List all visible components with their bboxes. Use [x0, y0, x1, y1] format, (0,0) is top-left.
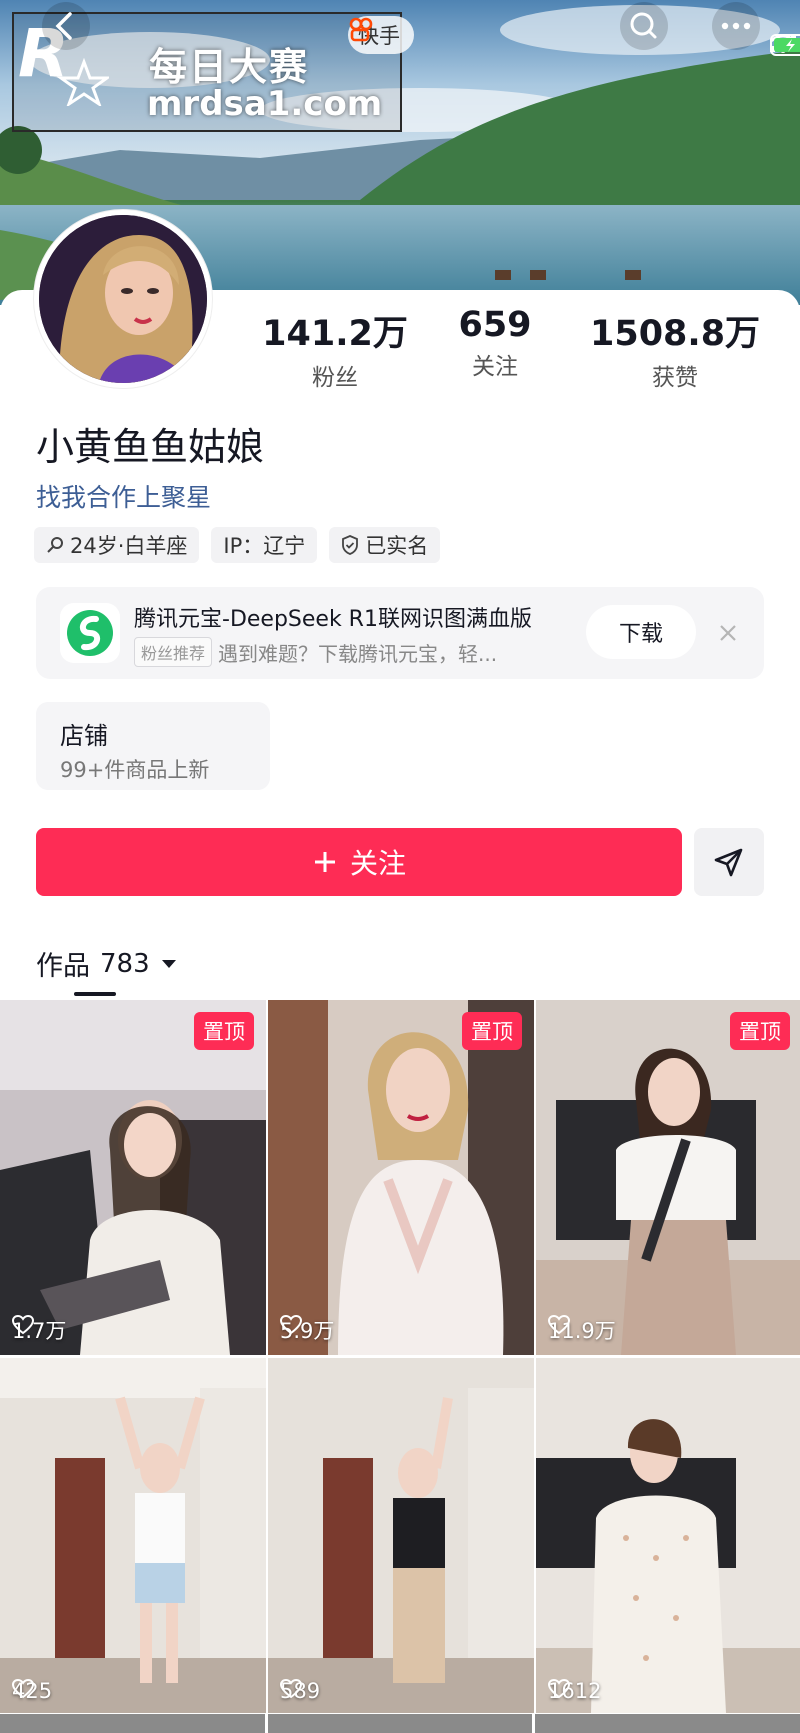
pinned-badge: 置顶 — [730, 1012, 790, 1050]
video-thumb-partial[interactable] — [535, 1714, 800, 1733]
stat-value: 1508.8万 — [590, 314, 761, 354]
shop-subtitle: 99+件商品上新 — [60, 758, 210, 782]
follow-label: 关注 — [349, 847, 406, 880]
video-thumb[interactable]: 1612 — [536, 1358, 800, 1713]
battery-icon — [770, 34, 800, 56]
shop-title: 店铺 — [60, 722, 108, 750]
video-thumb-partial[interactable] — [0, 1714, 265, 1733]
video-likes: 425 — [12, 1679, 52, 1703]
pinned-badge: 置顶 — [462, 1012, 522, 1050]
profile-bio[interactable]: 找我合作上聚星 — [36, 478, 211, 514]
tag-text: IP：辽宁 — [223, 534, 306, 558]
plus-icon — [314, 852, 335, 872]
video-likes: 11.9万 — [548, 1315, 616, 1345]
tab-underline — [74, 992, 116, 996]
heart-icon — [280, 1679, 302, 1699]
stat-label: 获赞 — [652, 365, 698, 391]
app-badge: 快手 — [348, 16, 414, 54]
heart-icon — [280, 1315, 302, 1335]
verified-shield-icon — [342, 535, 359, 555]
yuanbao-logo-icon — [60, 603, 120, 663]
heart-icon — [548, 1315, 570, 1335]
video-thumb[interactable]: 置顶 5.9万 — [268, 1000, 534, 1355]
shop-entry[interactable]: 店铺 99+件商品上新 — [36, 702, 270, 790]
promo-subtitle: 遇到难题？下载腾讯元宝，轻... — [218, 641, 498, 666]
promo-tag: 粉丝推荐 — [134, 637, 213, 667]
watermark-url: mrdsa1.com — [147, 84, 383, 124]
heart-icon — [12, 1315, 34, 1335]
send-icon — [714, 848, 743, 877]
stat-label: 关注 — [472, 354, 518, 380]
video-likes: 5.9万 — [280, 1315, 334, 1345]
stat-following[interactable]: 659 关注 — [445, 305, 545, 381]
tag-age: 24岁·白羊座 — [34, 527, 200, 563]
profile-stats: 141.2万 粉丝 659 关注 1508.8万 获赞 — [260, 305, 780, 395]
pinned-badge: 置顶 — [194, 1012, 254, 1050]
stat-value: 141.2万 — [262, 314, 408, 354]
age-icon — [47, 537, 63, 553]
more-icon[interactable] — [710, 0, 762, 52]
tab-works-label: 作品 — [36, 951, 90, 982]
promo-card[interactable]: 腾讯元宝-DeepSeek R1联网识图满血版 粉丝推荐 遇到难题？下载腾讯元宝… — [36, 587, 764, 679]
promo-download-button[interactable]: 下载 — [586, 605, 696, 659]
profile-name: 小黄鱼鱼姑娘 — [36, 425, 265, 469]
follow-button[interactable]: 关注 — [36, 828, 682, 896]
video-thumb[interactable]: 置顶 11.9万 — [536, 1000, 800, 1355]
video-likes: 1612 — [548, 1679, 601, 1703]
avatar[interactable] — [34, 210, 212, 388]
promo-title: 腾讯元宝-DeepSeek R1联网识图满血版 — [134, 607, 532, 632]
tag-text: 24岁·白羊座 — [70, 534, 188, 558]
video-thumb[interactable]: 425 — [0, 1358, 266, 1713]
promo-subtitle-row: 粉丝推荐 遇到难题？下载腾讯元宝，轻... — [134, 637, 497, 667]
back-icon[interactable] — [40, 0, 92, 52]
kuaishou-logo-icon — [349, 17, 373, 42]
video-likes: 589 — [280, 1679, 320, 1703]
stat-value: 659 — [458, 305, 532, 345]
caret-down-icon — [161, 959, 176, 968]
tab-works-count: 783 — [100, 948, 150, 979]
tag-verified: 已实名 — [329, 527, 441, 563]
tag-text: 已实名 — [365, 534, 429, 558]
tag-ip: IP：辽宁 — [211, 527, 318, 563]
profile-tags: 24岁·白羊座 IP：辽宁 已实名 — [34, 527, 441, 563]
search-icon[interactable] — [618, 0, 670, 52]
video-thumb[interactable]: 589 — [268, 1358, 534, 1713]
stat-likes[interactable]: 1508.8万 获赞 — [590, 305, 760, 392]
share-button[interactable] — [694, 828, 764, 896]
close-icon[interactable] — [712, 617, 744, 649]
video-grid-next-row — [0, 1714, 800, 1733]
video-thumb[interactable]: 置顶 1.7万 — [0, 1000, 266, 1355]
stat-label: 粉丝 — [312, 365, 358, 391]
tab-works[interactable]: 作品 783 — [36, 944, 178, 983]
watermark-brand: 每日大赛 — [149, 45, 310, 89]
heart-icon — [12, 1679, 34, 1699]
stat-fans[interactable]: 141.2万 粉丝 — [260, 305, 410, 392]
video-thumb-partial[interactable] — [267, 1714, 533, 1733]
heart-icon — [548, 1679, 570, 1699]
video-likes: 1.7万 — [12, 1315, 66, 1345]
